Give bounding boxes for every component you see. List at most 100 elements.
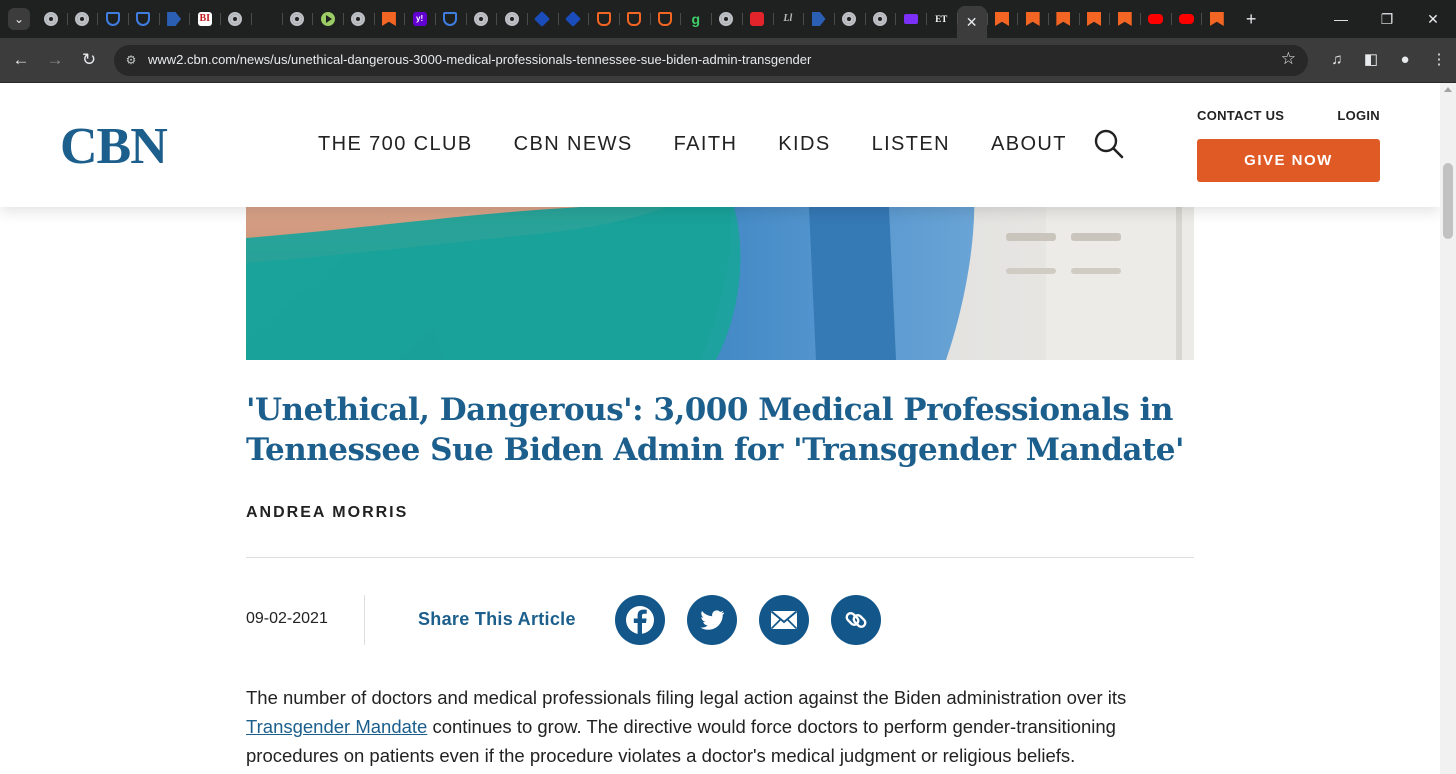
browser-tab[interactable] bbox=[434, 6, 466, 32]
url-text[interactable]: www2.cbn.com/news/us/unethical-dangerous… bbox=[148, 52, 811, 67]
site-info-icon[interactable]: ⚙ bbox=[122, 51, 140, 69]
youtube-icon bbox=[1147, 14, 1163, 24]
browser-tab[interactable] bbox=[557, 6, 589, 32]
address-bar[interactable]: ⚙ www2.cbn.com/news/us/unethical-dangero… bbox=[114, 45, 1308, 76]
forward-icon[interactable]: → bbox=[44, 49, 66, 71]
browser-tab[interactable] bbox=[864, 6, 896, 32]
contact-us-link[interactable]: CONTACT US bbox=[1197, 108, 1284, 123]
utility-links: CONTACT US LOGIN bbox=[1197, 108, 1380, 123]
globe-icon bbox=[872, 12, 887, 26]
browser-tab[interactable] bbox=[465, 6, 497, 32]
globe-icon bbox=[473, 12, 488, 26]
browser-tab[interactable]: y! bbox=[404, 6, 435, 32]
browser-tab[interactable] bbox=[1201, 6, 1232, 32]
email-share-button[interactable] bbox=[759, 595, 809, 645]
media-control-icon[interactable]: ♫ bbox=[1320, 48, 1354, 72]
cube-icon bbox=[565, 11, 581, 27]
twitter-share-button[interactable] bbox=[687, 595, 737, 645]
author-byline[interactable]: ANDREA MORRIS bbox=[246, 504, 408, 522]
restore-icon[interactable]: ❐ bbox=[1364, 0, 1410, 38]
site-header: CBN THE 700 CLUB CBN NEWS FAITH KIDS LISTEN A… bbox=[0, 83, 1440, 207]
browser-tab[interactable] bbox=[250, 6, 282, 32]
nav-item-the-700-club[interactable]: THE 700 CLUB bbox=[318, 133, 473, 156]
reload-icon[interactable]: ↻ bbox=[78, 49, 100, 71]
globe-icon bbox=[351, 12, 366, 26]
profile-icon[interactable]: ● bbox=[1388, 48, 1422, 72]
envelope-icon bbox=[903, 14, 918, 24]
give-now-button[interactable]: GIVE NOW bbox=[1197, 139, 1380, 182]
browser-tab[interactable]: Ll bbox=[772, 6, 804, 32]
browser-tab[interactable] bbox=[97, 6, 128, 32]
nav-item-kids[interactable]: KIDS bbox=[778, 133, 830, 156]
youtube-icon bbox=[1178, 14, 1194, 24]
tab-search-button[interactable]: ⌄ bbox=[8, 8, 30, 30]
active-tab[interactable]: ✕ bbox=[956, 6, 987, 38]
browser-tab[interactable] bbox=[373, 6, 405, 32]
browser-tab[interactable] bbox=[1170, 6, 1202, 32]
browser-tab[interactable] bbox=[1140, 6, 1171, 32]
browser-tab[interactable] bbox=[1017, 6, 1048, 32]
browser-tab[interactable] bbox=[128, 6, 159, 32]
brave-icon bbox=[627, 12, 642, 26]
scroll-up-arrow-icon[interactable] bbox=[1444, 87, 1452, 92]
nav-item-listen[interactable]: LISTEN bbox=[872, 133, 950, 156]
toolbar-actions: ♫ ◧ ● ⋮ bbox=[1320, 48, 1456, 72]
browser-tab[interactable] bbox=[1109, 6, 1140, 32]
globe-icon bbox=[289, 12, 304, 26]
side-panel-icon[interactable]: ◧ bbox=[1354, 48, 1388, 72]
search-icon[interactable] bbox=[1094, 129, 1124, 159]
browser-tab[interactable] bbox=[649, 6, 681, 32]
nav-item-cbn-news[interactable]: CBN NEWS bbox=[514, 133, 633, 156]
window-controls: — ❐ ✕ bbox=[1318, 0, 1456, 38]
transgender-mandate-link[interactable]: Transgender Mandate bbox=[246, 716, 427, 737]
scroll-thumb[interactable] bbox=[1443, 163, 1453, 239]
browser-tab[interactable] bbox=[1078, 6, 1110, 32]
browser-tab[interactable] bbox=[1048, 6, 1079, 32]
browser-tab[interactable] bbox=[281, 6, 313, 32]
browser-tab[interactable] bbox=[66, 6, 98, 32]
browser-tab[interactable]: ET bbox=[925, 6, 957, 32]
page-scrollbar[interactable] bbox=[1440, 83, 1456, 774]
browser-tab[interactable] bbox=[527, 6, 558, 32]
shield-icon bbox=[443, 12, 458, 26]
facebook-share-button[interactable] bbox=[615, 595, 665, 645]
tab-list: BI y! g Ll ET ✕ + bbox=[36, 6, 1264, 38]
article-body-paragraph: The number of doctors and medical profes… bbox=[246, 683, 1176, 770]
globe-icon bbox=[44, 12, 59, 26]
globe-icon bbox=[504, 12, 519, 26]
browser-tab[interactable] bbox=[36, 6, 67, 32]
browser-tab[interactable]: BI bbox=[189, 6, 220, 32]
browser-tab[interactable] bbox=[342, 6, 374, 32]
cbn-logo[interactable]: CBN bbox=[60, 121, 230, 171]
browser-tab[interactable] bbox=[833, 6, 865, 32]
browser-tab[interactable] bbox=[158, 6, 190, 32]
browser-tab[interactable] bbox=[803, 6, 834, 32]
browser-tab[interactable] bbox=[312, 6, 343, 32]
browser-tab[interactable] bbox=[588, 6, 619, 32]
browser-tab[interactable]: g bbox=[680, 6, 711, 32]
copy-link-button[interactable] bbox=[831, 595, 881, 645]
nav-item-about[interactable]: ABOUT bbox=[991, 133, 1067, 156]
close-tab-icon[interactable]: ✕ bbox=[966, 14, 978, 31]
minimize-icon[interactable]: — bbox=[1318, 0, 1364, 38]
browser-tab[interactable] bbox=[711, 6, 742, 32]
ribbon-icon bbox=[381, 12, 396, 26]
login-link[interactable]: LOGIN bbox=[1337, 108, 1380, 123]
browser-tab[interactable] bbox=[895, 6, 926, 32]
bookmark-star-icon[interactable]: ☆ bbox=[1281, 49, 1296, 69]
close-window-icon[interactable]: ✕ bbox=[1410, 0, 1456, 38]
browser-tab[interactable] bbox=[741, 6, 773, 32]
browser-toolbar: ← → ↻ ⚙ www2.cbn.com/news/us/unethical-d… bbox=[0, 38, 1456, 83]
menu-icon[interactable]: ⋮ bbox=[1422, 48, 1456, 72]
browser-tab[interactable] bbox=[496, 6, 527, 32]
back-icon[interactable]: ← bbox=[10, 49, 32, 71]
browser-tab[interactable] bbox=[986, 6, 1018, 32]
globe-icon bbox=[842, 12, 857, 26]
new-tab-icon[interactable]: + bbox=[1238, 9, 1264, 30]
nav-item-faith[interactable]: FAITH bbox=[674, 133, 738, 156]
browser-tab[interactable] bbox=[220, 6, 251, 32]
twitter-icon bbox=[700, 610, 725, 630]
search-icon bbox=[259, 12, 274, 26]
article-title: 'Unethical, Dangerous': 3,000 Medical Pr… bbox=[246, 392, 1185, 468]
browser-tab[interactable] bbox=[619, 6, 650, 32]
